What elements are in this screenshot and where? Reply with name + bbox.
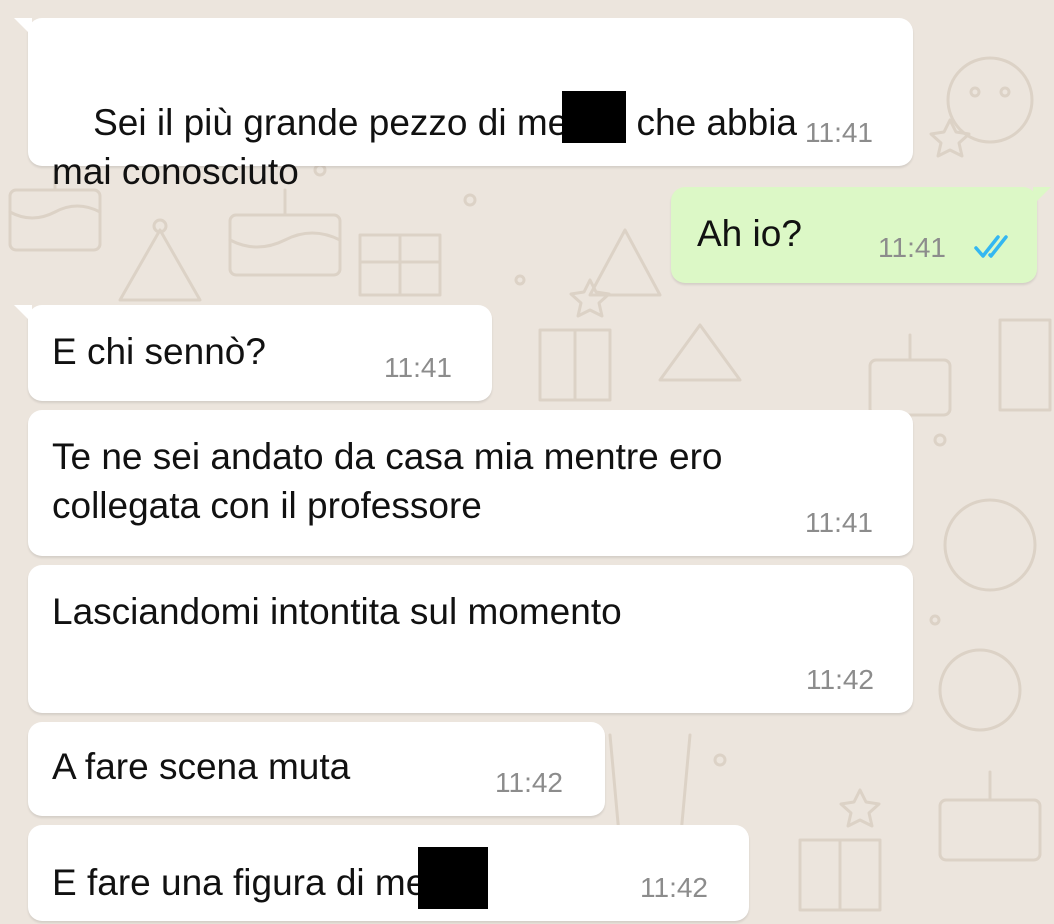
message-bubble-incoming[interactable]: E chi sennò? 11:41	[14, 305, 492, 401]
party-hat-doodle-icon	[658, 323, 742, 382]
cat-doodle-icon	[943, 498, 1037, 592]
message-text-part: E fare una figura di me	[52, 862, 427, 903]
message-timestamp: 11:42	[495, 767, 563, 798]
message-text-part: che abbia	[626, 102, 797, 143]
double-check-icon	[974, 235, 1008, 258]
message-timestamp: 11:41	[384, 352, 452, 383]
message-timestamp: 11:41	[805, 507, 873, 538]
message-bubble-outgoing[interactable]: Ah io? 11:41	[671, 187, 1051, 283]
redaction-block	[418, 847, 489, 909]
message-bubble-incoming[interactable]: Sei il più grande pezzo di me che abbia m…	[14, 18, 913, 192]
gift-doodle-icon	[998, 318, 1052, 412]
message-bubble-incoming[interactable]: E fare una figura di me 11:42	[28, 825, 749, 921]
message-timestamp: 11:42	[640, 872, 708, 903]
star-doodle-icon	[929, 118, 971, 158]
bubble-tail	[1033, 187, 1051, 205]
cat-doodle-icon	[938, 648, 1022, 732]
message-text-part: collegata con il professore	[52, 485, 482, 526]
message-text: E fare una figura di me	[52, 847, 489, 909]
redaction-block	[562, 91, 627, 143]
bubble-tail	[14, 18, 32, 36]
message-bubble-incoming[interactable]: Lasciandomi intontita sul momento 11:42	[28, 565, 913, 713]
message-timestamp: 11:41	[805, 117, 873, 148]
star-doodle-icon	[839, 788, 881, 828]
gift-doodle-icon	[538, 328, 612, 402]
cake-doodle-icon	[868, 333, 952, 417]
message-text: Lasciandomi intontita sul momento	[52, 591, 622, 632]
message-timestamp: 11:41	[878, 232, 946, 263]
message-text: Te ne sei andato da casa mia mentre ero c…	[52, 432, 723, 530]
message-text: Ah io?	[697, 213, 802, 254]
gift-doodle-icon	[798, 838, 882, 912]
bubble-tail	[14, 305, 32, 323]
cat-doodle-icon	[946, 56, 1034, 144]
message-text: E chi sennò?	[52, 331, 266, 372]
message-text-part: mai conosciuto	[52, 151, 299, 192]
message-bubble-incoming[interactable]: A fare scena muta 11:42	[28, 722, 605, 816]
message-bubble-incoming[interactable]: Te ne sei andato da casa mia mentre ero c…	[28, 410, 913, 556]
star-doodle-icon	[569, 278, 611, 318]
message-text: A fare scena muta	[52, 746, 351, 787]
message-timestamp: 11:42	[806, 664, 874, 695]
message-text-part: Sei il più grande pezzo di me	[93, 102, 569, 143]
cake-doodle-icon	[938, 770, 1042, 862]
message-text-part: Te ne sei andato da casa mia mentre ero	[52, 436, 723, 477]
